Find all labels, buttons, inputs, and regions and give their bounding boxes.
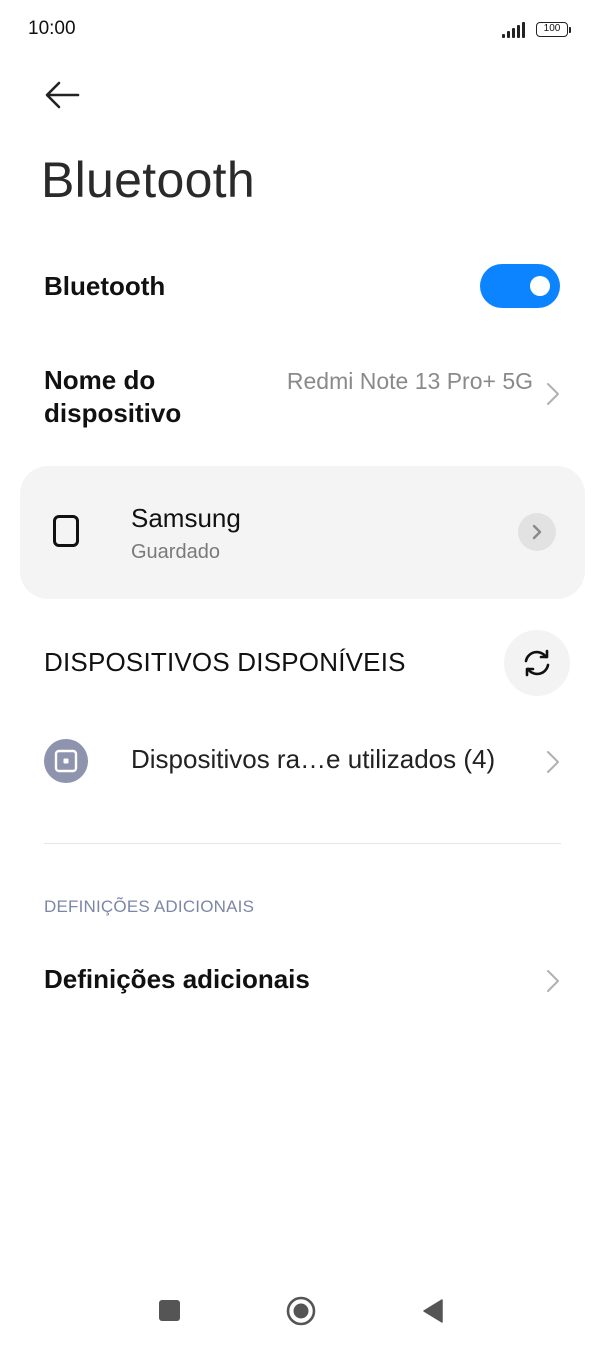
divider xyxy=(44,843,561,844)
recents-icon[interactable] xyxy=(159,1300,180,1321)
status-time: 10:00 xyxy=(28,18,76,39)
back-button[interactable] xyxy=(40,76,84,116)
device-icon xyxy=(53,515,79,547)
battery-tip xyxy=(569,27,571,33)
saved-device-status: Guardado xyxy=(131,541,220,563)
chevron-right-icon xyxy=(547,970,559,992)
bluetooth-toggle[interactable] xyxy=(480,264,560,308)
chevron-right-icon xyxy=(547,751,559,773)
saved-device-name: Samsung xyxy=(131,503,241,533)
chevron-right-icon xyxy=(547,383,559,405)
refresh-button[interactable] xyxy=(504,630,570,696)
signal-icon xyxy=(502,22,528,38)
back-icon[interactable] xyxy=(422,1298,444,1324)
battery-icon: 100 xyxy=(536,22,568,37)
home-icon[interactable] xyxy=(286,1296,316,1326)
refresh-icon xyxy=(524,649,550,677)
available-devices-title: DISPOSITIVOS DISPONÍVEIS xyxy=(44,647,406,677)
device-icon xyxy=(44,739,88,783)
additional-settings-label: Definições adicionais xyxy=(44,964,310,994)
saved-device-card[interactable] xyxy=(20,466,585,599)
battery-level: 100 xyxy=(543,23,561,34)
saved-device-details-button[interactable] xyxy=(518,513,556,551)
chevron-right-icon xyxy=(532,524,542,540)
arrow-left-icon xyxy=(45,81,80,109)
toggle-knob xyxy=(530,276,550,296)
device-name-label[interactable]: Nome do dispositivo xyxy=(44,364,264,430)
additional-settings-section-label: DEFINIÇÕES ADICIONAIS xyxy=(44,897,255,916)
bluetooth-toggle-label: Bluetooth xyxy=(44,271,166,301)
device-name-value[interactable]: Redmi Note 13 Pro+ 5G xyxy=(273,366,533,396)
page-title: Bluetooth xyxy=(41,152,255,208)
recently-used-devices-label: Dispositivos ra…e utilizados (4) xyxy=(131,744,496,774)
